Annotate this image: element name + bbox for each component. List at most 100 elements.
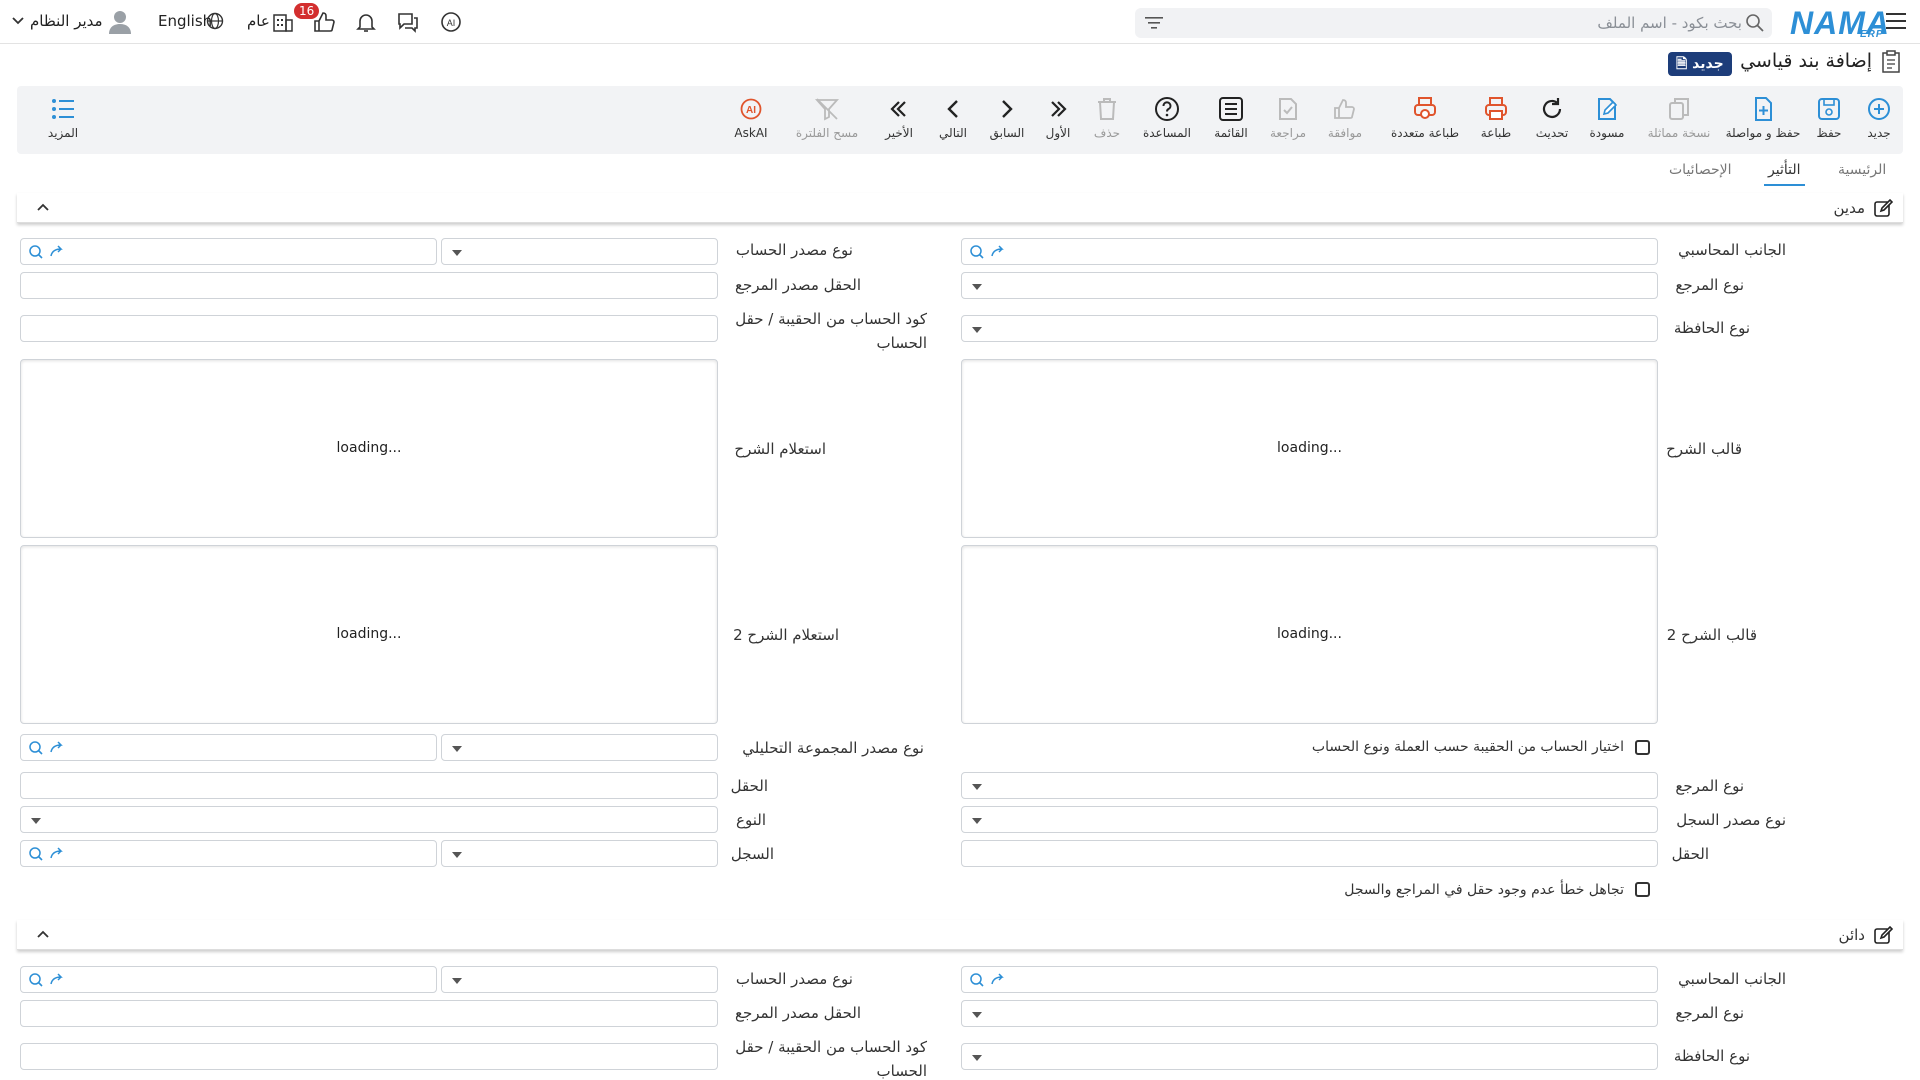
field-2-label: الحقل (1671, 845, 1709, 863)
reference-source-field-input[interactable] (20, 272, 718, 299)
notification-count-badge: 16 (294, 3, 320, 19)
description-query-editor[interactable]: loading... (20, 359, 718, 538)
accounting-side-field[interactable] (961, 238, 1658, 265)
analytic-group-source-field[interactable] (20, 734, 437, 761)
help-button[interactable]: المساعدة (1135, 96, 1199, 140)
askai-button[interactable]: AI AskAI (719, 96, 783, 140)
reference-type-label: نوع المرجع (1675, 276, 1744, 294)
wallet-type-select[interactable] (961, 315, 1658, 342)
reference-type-select[interactable] (961, 272, 1658, 299)
search-input[interactable]: بحث بكود - اسم الملف (1597, 14, 1742, 32)
credit-reference-type-select[interactable] (961, 1000, 1658, 1027)
edit-icon (1873, 925, 1893, 945)
chevron-down-icon[interactable] (12, 17, 24, 25)
form-icon (1880, 50, 1902, 74)
record-select[interactable] (441, 840, 718, 867)
description-template-2-editor[interactable]: loading... (961, 545, 1658, 724)
help-icon (1154, 96, 1180, 122)
approve-button[interactable]: موافقة (1313, 96, 1377, 140)
print-button[interactable]: طباعة (1464, 96, 1528, 140)
language-switch[interactable]: English (158, 12, 212, 30)
field-2-input[interactable] (961, 840, 1658, 867)
debit-section-header[interactable]: مدين (17, 193, 1903, 223)
analytic-group-source-select[interactable] (441, 734, 718, 761)
save-icon (1816, 96, 1842, 122)
tab-statistics[interactable]: الإحصائيات (1669, 162, 1732, 178)
user-name[interactable]: مدير النظام (30, 12, 103, 30)
save-button[interactable]: حفظ (1797, 96, 1861, 140)
field-label: الحقل (730, 777, 768, 795)
duplicate-button[interactable]: نسخة مماثلة (1639, 96, 1719, 140)
record-label: السجل (730, 845, 774, 863)
field-actions (27, 243, 67, 261)
account-source-type-select[interactable] (441, 238, 718, 265)
description-template-editor[interactable]: loading... (961, 359, 1658, 538)
type-label: النوع (736, 811, 766, 829)
avatar[interactable] (107, 8, 133, 34)
search-bar[interactable]: بحث بكود - اسم الملف (1135, 8, 1772, 38)
credit-reference-type-label: نوع المرجع (1675, 1004, 1744, 1022)
more-button[interactable]: المزيد (31, 96, 95, 140)
refresh-button[interactable]: تحديث (1520, 96, 1584, 140)
search-icon (1746, 14, 1764, 32)
svg-text:AI: AI (447, 18, 456, 28)
ignore-error-checkbox[interactable] (1635, 882, 1650, 897)
description-query-2-label: استعلام الشرح 2 (733, 626, 839, 644)
chevron-up-icon[interactable] (37, 930, 49, 938)
app-logo[interactable]: NAMA ERP (1790, 5, 1890, 42)
type-select[interactable] (20, 806, 718, 833)
copy-icon (1666, 96, 1692, 122)
filter-off-icon (814, 96, 840, 122)
chevron-up-icon[interactable] (37, 203, 49, 211)
filter-icon[interactable] (1145, 15, 1163, 31)
field-actions (27, 845, 67, 863)
credit-reference-source-field-input[interactable] (20, 1000, 718, 1027)
list-button[interactable]: القائمة (1199, 96, 1263, 140)
trash-icon (1094, 96, 1120, 122)
double-chevron-left-icon (886, 96, 912, 122)
reference-source-field-label: الحقل مصدر المرجع (734, 276, 861, 294)
last-button[interactable]: الأخير (867, 96, 931, 140)
credit-wallet-type-select[interactable] (961, 1043, 1658, 1070)
wallet-type-label: نوع الحافظة (1673, 319, 1750, 337)
new-doc-icon: 🗎 (1676, 56, 1688, 72)
chevron-left-icon (940, 96, 966, 122)
scope-label[interactable]: عام (247, 12, 270, 30)
record-field[interactable] (20, 840, 437, 867)
printer-icon (1483, 96, 1509, 122)
field-actions (968, 971, 1008, 989)
clear-filter-button[interactable]: مسح الفلترة (787, 96, 867, 140)
description-query-2-editor[interactable]: loading... (20, 545, 718, 724)
draft-button[interactable]: مسودة (1575, 96, 1639, 140)
ai-brain-icon: AI (738, 96, 764, 122)
credit-account-source-field[interactable] (20, 966, 437, 993)
company-icon[interactable] (272, 11, 294, 33)
credit-accounting-side-field[interactable] (961, 966, 1658, 993)
account-source-type-label: نوع مصدر الحساب (735, 241, 853, 259)
multi-print-button[interactable]: طباعة متعددة (1385, 96, 1465, 140)
choose-account-checkbox[interactable] (1635, 740, 1650, 755)
field-input[interactable] (20, 772, 718, 799)
analytic-group-source-label: نوع مصدر المجموعة التحليلي (742, 739, 924, 757)
description-template-2-label: قالب الشرح 2 (1666, 626, 1757, 644)
save-continue-button[interactable]: حفظ و مواصلة (1723, 96, 1803, 140)
bell-icon[interactable] (354, 10, 378, 34)
credit-section-header[interactable]: دائن (17, 920, 1903, 950)
credit-wallet-type-label: نوع الحافظة (1673, 1047, 1750, 1065)
account-source-field[interactable] (20, 238, 437, 265)
credit-account-code-input[interactable] (20, 1043, 718, 1070)
reference-type-2-select[interactable] (961, 772, 1658, 799)
refresh-icon (1539, 96, 1565, 122)
field-actions (968, 243, 1008, 261)
credit-accounting-side-label: الجانب المحاسبي (1678, 970, 1786, 988)
tab-main[interactable]: الرئيسية (1838, 162, 1886, 178)
chat-icon[interactable] (396, 10, 420, 34)
review-button[interactable]: مراجعة (1256, 96, 1320, 140)
record-source-type-select[interactable] (961, 806, 1658, 833)
account-code-input[interactable] (20, 315, 718, 342)
record-source-type-label: نوع مصدر السجل (1676, 811, 1786, 829)
tab-effect[interactable]: التأثير (1764, 162, 1804, 186)
field-actions (27, 971, 67, 989)
credit-account-source-type-select[interactable] (441, 966, 718, 993)
ai-icon[interactable]: AI (439, 10, 463, 34)
